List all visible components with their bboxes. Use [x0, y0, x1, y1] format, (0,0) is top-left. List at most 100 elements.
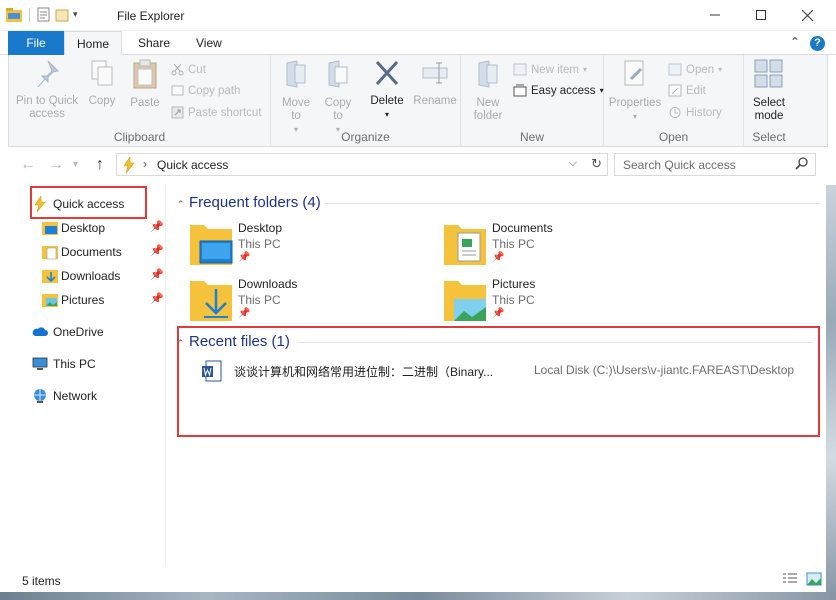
properties-label: Properties	[608, 97, 662, 109]
edit-button[interactable]: Edit	[668, 84, 706, 97]
nav-label: Documents	[61, 245, 122, 259]
paste-label: Paste	[130, 97, 160, 109]
folder-tile-documents[interactable]: Documents This PC 📌	[442, 219, 682, 271]
tab-share[interactable]: Share	[124, 31, 184, 55]
folder-name: Downloads	[238, 277, 298, 291]
recent-locations-icon[interactable]: ▾	[73, 159, 78, 170]
new-item-icon	[513, 63, 527, 76]
pin-icon[interactable]: 📌	[150, 220, 164, 233]
scissors-icon	[171, 63, 184, 76]
history-icon	[669, 107, 681, 118]
copy-button[interactable]: Copy	[83, 59, 121, 108]
highlight-recent-files	[177, 326, 820, 437]
rename-button[interactable]: Rename	[413, 59, 457, 108]
documents-folder-icon	[444, 225, 486, 265]
nav-item-downloads[interactable]: Downloads 📌	[8, 265, 166, 287]
tab-view[interactable]: View	[182, 31, 236, 55]
customize-qat-icon[interactable]: ▾	[73, 9, 78, 20]
documents-folder-icon	[42, 246, 58, 260]
desktop-background-edge	[826, 185, 836, 592]
folder-location: This PC	[492, 237, 535, 251]
pin-icon: 📌	[238, 252, 251, 263]
nav-item-network[interactable]: Network	[8, 385, 166, 407]
folder-tile-downloads[interactable]: Downloads This PC 📌	[188, 275, 428, 327]
address-bar[interactable]: › Quick access ⌵ ↻	[116, 153, 608, 176]
tab-home[interactable]: Home	[64, 31, 122, 56]
breadcrumb-chevron-icon[interactable]: ›	[143, 157, 147, 171]
new-folder-qat-icon[interactable]	[55, 7, 69, 22]
pin-icon[interactable]: 📌	[150, 244, 164, 257]
select-mode-button[interactable]: Select mode	[746, 59, 792, 123]
folder-location: This PC	[238, 293, 281, 307]
delete-button[interactable]: Delete ▾	[367, 59, 407, 121]
paste-button[interactable]: Paste	[125, 59, 165, 110]
up-icon[interactable]: ↑	[96, 156, 104, 174]
pin-icon[interactable]: 📌	[150, 292, 164, 305]
properties-icon	[624, 60, 644, 86]
nav-item-documents[interactable]: Documents 📌	[8, 241, 166, 263]
quick-access-toolbar: ▾	[6, 7, 78, 22]
items-count: 5 items	[22, 574, 61, 588]
copy-to-button[interactable]: Copy to ▾	[319, 59, 357, 136]
nav-item-onedrive[interactable]: OneDrive	[8, 321, 166, 343]
pictures-folder-icon	[444, 281, 486, 321]
open-group: Properties ▾ Open ▾ Edit History Open	[604, 55, 744, 147]
nav-item-pictures[interactable]: Pictures 📌	[8, 289, 166, 311]
minimize-button[interactable]	[692, 0, 738, 30]
nav-item-desktop[interactable]: Desktop 📌	[8, 217, 166, 239]
frequent-folders-title[interactable]: Frequent folders (4)	[189, 194, 321, 211]
open-button[interactable]: Open ▾	[668, 63, 722, 76]
address-dropdown-icon[interactable]: ⌵	[569, 157, 577, 170]
close-button[interactable]	[784, 0, 830, 30]
folder-tile-desktop[interactable]: Desktop This PC 📌	[188, 219, 428, 271]
status-bar: 5 items	[0, 566, 836, 592]
pin-icon: 📌	[492, 252, 505, 263]
organize-group: Move to ▾ Copy to ▾ Delete ▾ Rename Orga…	[271, 55, 461, 147]
forward-icon[interactable]: →	[48, 156, 64, 174]
folder-tile-pictures[interactable]: Pictures This PC 📌	[442, 275, 682, 327]
downloads-folder-icon	[42, 270, 58, 283]
close-icon	[801, 9, 813, 21]
pin-icon[interactable]: 📌	[150, 268, 164, 281]
organize-group-label: Organize	[341, 130, 390, 144]
copy-icon	[91, 60, 113, 86]
downloads-folder-icon	[190, 281, 232, 321]
cut-button[interactable]: Cut	[171, 63, 206, 76]
pin-to-quick-access-button[interactable]: Pin to Quick access	[15, 59, 79, 121]
refresh-icon[interactable]: ↻	[591, 156, 602, 172]
move-to-label: Move to	[281, 97, 311, 122]
new-folder-button[interactable]: New folder	[467, 59, 509, 123]
rename-label: Rename	[413, 95, 457, 107]
new-item-button[interactable]: New item ▾	[513, 63, 587, 76]
help-icon[interactable]: ?	[810, 36, 825, 51]
search-input[interactable]: Search Quick access	[614, 153, 816, 176]
edit-label: Edit	[686, 84, 706, 97]
properties-qat-icon[interactable]	[37, 7, 51, 22]
breadcrumb[interactable]: Quick access	[157, 158, 228, 172]
move-to-button[interactable]: Move to ▾	[277, 59, 315, 136]
maximize-button[interactable]	[738, 0, 784, 30]
easy-access-button[interactable]: Easy access ▾	[513, 84, 604, 97]
paste-shortcut-icon	[171, 106, 184, 119]
pin-icon: 📌	[238, 308, 251, 319]
collapse-chevron-icon[interactable]: ⌃	[177, 199, 185, 210]
details-view-icon[interactable]	[782, 572, 798, 586]
copy-path-button[interactable]: Copy path	[171, 84, 240, 97]
nav-item-this-pc[interactable]: This PC	[8, 353, 166, 375]
ribbon-tabs: File Home Share View	[0, 31, 836, 56]
properties-button[interactable]: Properties ▾	[608, 59, 662, 123]
open-label: Open	[686, 63, 715, 76]
ribbon-collapse-icon[interactable]: ⌃	[790, 35, 800, 49]
paste-shortcut-button[interactable]: Paste shortcut	[171, 106, 262, 119]
pin-icon	[37, 60, 60, 88]
new-group: New folder New item ▾ Easy access ▾ New	[461, 55, 604, 147]
tab-file[interactable]: File	[8, 31, 64, 55]
back-icon[interactable]: ←	[20, 156, 36, 174]
large-icons-view-icon[interactable]	[806, 572, 822, 586]
select-group: Select mode Select	[744, 55, 794, 147]
navigation-pane: Quick access Desktop 📌 Documents 📌 Downl…	[8, 185, 166, 565]
copy-path-label: Copy path	[188, 84, 241, 97]
desktop-background	[0, 592, 836, 600]
history-button[interactable]: History	[668, 106, 722, 119]
minimize-icon	[710, 14, 720, 16]
